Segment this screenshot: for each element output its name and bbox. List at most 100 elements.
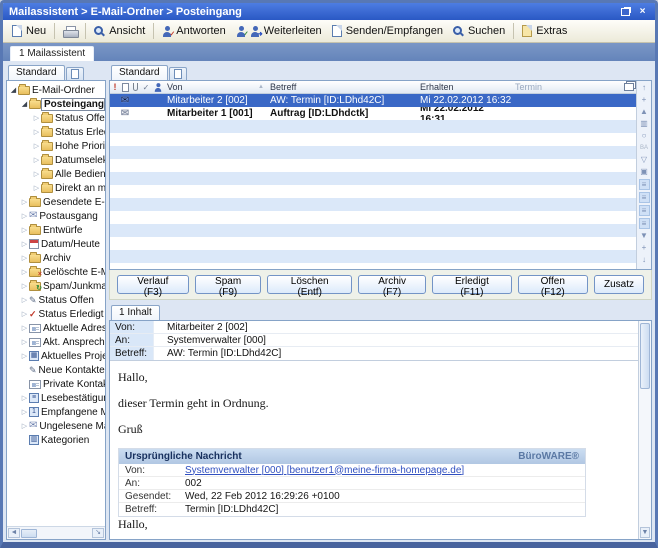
tree-item-aktuelles-projekt[interactable]: ▦Aktuelles Projekt: [7, 349, 105, 363]
restore-button[interactable]: [619, 6, 632, 17]
done-column-header[interactable]: ✓: [141, 83, 151, 92]
collapse-arrow-icon[interactable]: [20, 395, 29, 402]
reply-button[interactable]: ✓ Antworten: [157, 23, 231, 39]
collapse-arrow-icon[interactable]: [20, 409, 29, 416]
tree-item-aktuelle-adresse[interactable]: Aktuelle Adresse: [7, 321, 105, 335]
tree-item-archiv[interactable]: Archiv: [7, 251, 105, 265]
collapse-arrow-icon[interactable]: [32, 157, 41, 164]
collapse-arrow-icon[interactable]: [32, 185, 41, 192]
tree-item-datumselektion[interactable]: Datumselektion: [7, 153, 105, 167]
erledigt-button[interactable]: Erledigt (F11): [432, 275, 511, 294]
search-button[interactable]: Suchen: [448, 23, 510, 39]
tree-item-kategorien[interactable]: ▥Kategorien: [7, 433, 105, 447]
tree-item-email-ordner[interactable]: E-Mail-Ordner: [7, 83, 105, 97]
tree-item-status-erledigt-2[interactable]: ✓Status Erledigt: [7, 307, 105, 321]
list-view-icon[interactable]: ≡: [639, 179, 650, 190]
collapse-arrow-icon[interactable]: [20, 311, 29, 318]
tree-item-postausgang[interactable]: ✉Postausgang: [7, 209, 105, 223]
tree-item-status-offen[interactable]: Status Offen: [7, 111, 105, 125]
tree-item-direkt-an-mich[interactable]: Direkt an mich: [7, 181, 105, 195]
verlauf-button[interactable]: Verlauf (F3): [117, 275, 189, 294]
windows-icon[interactable]: ▣: [638, 166, 651, 178]
columns-icon[interactable]: ▥: [638, 118, 651, 130]
priority-column-header[interactable]: !: [110, 82, 120, 92]
ba-icon[interactable]: BA: [638, 142, 651, 154]
tree-item-alle-bediener[interactable]: Alle Bediener: [7, 167, 105, 181]
mail-row-selected[interactable]: ✉ Mitarbeiter 2 [002] AW: Termin [ID:LDh…: [110, 94, 636, 107]
expand-arrow-icon[interactable]: [9, 87, 18, 94]
spam-button[interactable]: Spam (F9): [195, 275, 262, 294]
archiv-button[interactable]: Archiv (F7): [358, 275, 426, 294]
tree-item-private-kontakte[interactable]: Private Kontakte: [7, 377, 105, 391]
collapse-arrow-icon[interactable]: [20, 241, 29, 248]
scroll-down-button[interactable]: ▼: [640, 527, 650, 538]
send-receive-button[interactable]: Senden/Empfangen: [327, 23, 448, 39]
sender-email-link[interactable]: Systemverwalter [000] [benutzer1@meine-f…: [185, 465, 464, 476]
tab-inhalt[interactable]: 1 Inhalt: [111, 305, 160, 320]
column-header-betreff[interactable]: Betreff: [267, 82, 417, 92]
collapse-arrow-icon[interactable]: [32, 143, 41, 150]
content-vertical-scrollbar[interactable]: ▼: [638, 321, 651, 539]
new-button[interactable]: Neu: [7, 23, 51, 39]
column-header-erhalten[interactable]: Erhalten: [417, 82, 512, 92]
tree-item-status-offen-2[interactable]: ✎Status Offen: [7, 293, 105, 307]
collapse-arrow-icon[interactable]: [20, 283, 29, 290]
list-view-icon[interactable]: ≡: [639, 218, 650, 229]
tree-item-empfangene-mails[interactable]: 1Empfangene Mails: [7, 405, 105, 419]
tree-item-spam-junkmails[interactable]: ↻Spam/Junkmails: [7, 279, 105, 293]
list-tab-new[interactable]: [169, 67, 187, 80]
forward-button[interactable]: ✓ ➜ Weiterleiten: [231, 23, 327, 39]
collapse-arrow-icon[interactable]: [20, 353, 29, 360]
collapse-arrow-icon[interactable]: [20, 213, 29, 220]
tree-item-ungelesene-mails[interactable]: ✉Ungelesene Mails: [7, 419, 105, 433]
collapse-arrow-icon[interactable]: [20, 297, 29, 304]
collapse-arrow-icon[interactable]: [20, 423, 29, 430]
filter-icon[interactable]: ▽: [638, 154, 651, 166]
column-header-von[interactable]: Von▲: [164, 82, 267, 92]
tree-item-geloeschte-emails[interactable]: ×Gelöschte E-Mails: [7, 265, 105, 279]
collapse-arrow-icon[interactable]: [20, 199, 29, 206]
tree-item-hohe-prioritaet[interactable]: Hohe Priorität: [7, 139, 105, 153]
column-header-termin[interactable]: Termin: [512, 82, 572, 92]
document-column-header[interactable]: [120, 83, 130, 92]
scroll-bottom-icon[interactable]: ↓: [638, 254, 651, 266]
collapse-arrow-icon[interactable]: [20, 227, 29, 234]
collapse-arrow-icon[interactable]: [20, 325, 29, 332]
list-view-icon[interactable]: ≡: [639, 192, 650, 203]
scrollbar-thumb[interactable]: [21, 529, 37, 538]
tree-item-akt-ansprechpartner[interactable]: Akt. Ansprechpartn: [7, 335, 105, 349]
expand-arrow-icon[interactable]: [20, 101, 29, 108]
panel-resize-button[interactable]: ↘: [92, 528, 104, 538]
scroll-top-icon[interactable]: ↑: [638, 82, 651, 94]
mail-row-unread[interactable]: ✉ Mitarbeiter 1 [001] Auftrag [ID:LDhdct…: [110, 107, 636, 120]
tree-item-status-erledigt[interactable]: Status Erledigt: [7, 125, 105, 139]
tree-item-gesendete-emails[interactable]: Gesendete E-Mails: [7, 195, 105, 209]
tree-item-entwuerfe[interactable]: Entwürfe: [7, 223, 105, 237]
collapse-arrow-icon[interactable]: [32, 171, 41, 178]
search-icon[interactable]: ○: [638, 130, 651, 142]
collapse-arrow-icon[interactable]: [20, 339, 29, 346]
zusatz-button[interactable]: Zusatz: [594, 275, 644, 294]
print-button[interactable]: [58, 24, 82, 39]
tree-horizontal-scrollbar[interactable]: ◄ ↘: [7, 526, 105, 539]
folder-tab-new[interactable]: [66, 67, 84, 80]
list-view-icon[interactable]: ≡: [639, 205, 650, 216]
sender-column-header[interactable]: [151, 82, 164, 93]
folder-tab-standard[interactable]: Standard: [8, 65, 65, 80]
scroll-left-button[interactable]: ◄: [8, 528, 20, 538]
tree-item-posteingang[interactable]: Posteingang: [7, 97, 105, 111]
loeschen-button[interactable]: Löschen (Entf): [267, 275, 351, 294]
offen-button[interactable]: Offen (F12): [518, 275, 588, 294]
move-up-icon[interactable]: +: [638, 94, 651, 106]
page-down-icon[interactable]: ▼: [638, 230, 651, 242]
collapse-arrow-icon[interactable]: [20, 255, 29, 262]
page-up-icon[interactable]: ▲: [638, 106, 651, 118]
close-button[interactable]: ×: [636, 6, 649, 17]
popup-window-icon[interactable]: [624, 83, 634, 91]
list-tab-standard[interactable]: Standard: [111, 65, 168, 80]
scrollbar-thumb[interactable]: [640, 323, 650, 389]
workspace-tab-mailassistent[interactable]: 1 Mailassistent: [10, 46, 94, 61]
collapse-arrow-icon[interactable]: [20, 269, 29, 276]
tree-item-datum-heute[interactable]: Datum/Heute: [7, 237, 105, 251]
view-button[interactable]: Ansicht: [89, 23, 150, 39]
